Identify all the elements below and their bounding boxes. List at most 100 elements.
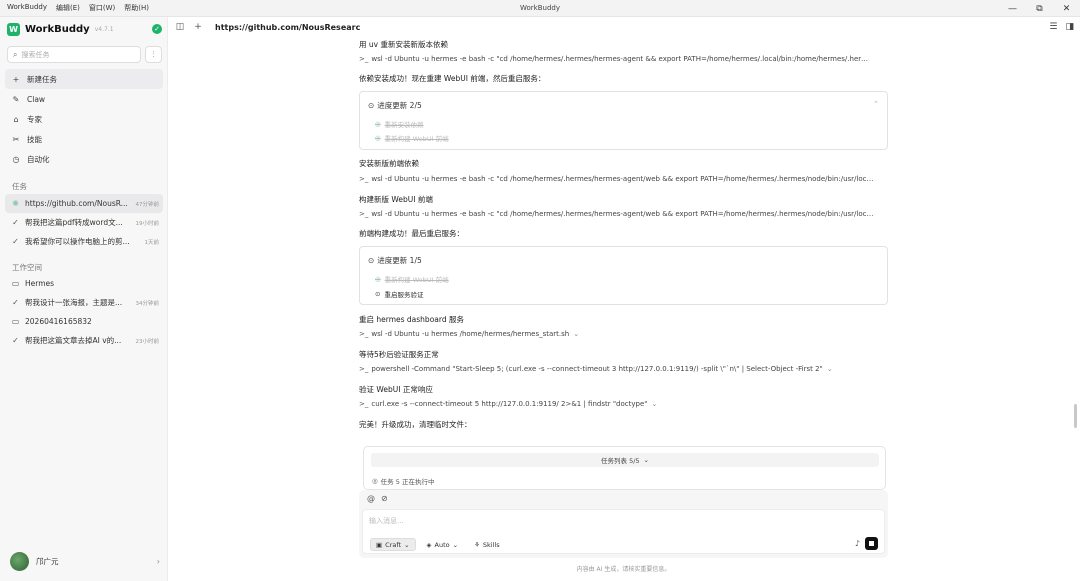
model-label: Auto [434, 540, 450, 549]
menu-window[interactable]: 窗口(W) [89, 3, 115, 13]
claw-icon: ✎ [12, 94, 20, 104]
composer: @ ⊘ ▣ Craft ⌄ ◈ Auto ⌄ ⚘ Skills ♪ [359, 490, 888, 558]
step-heading: 安装新版前端依赖 [359, 159, 419, 168]
menu-help[interactable]: 帮助(H) [124, 3, 149, 13]
step-heading: 构建新版 WebUI 前端 [359, 195, 433, 204]
maximize-button[interactable]: ⧉ [1026, 0, 1053, 17]
folder-icon: ▭ [11, 317, 20, 326]
tasks-section-label: 任务 [12, 182, 27, 191]
expert-icon: ⌂ [13, 114, 19, 124]
command-line[interactable]: >_ powershell -Command "Start-Sleep 5; (c… [359, 365, 874, 373]
panel-toggle-icon[interactable]: ◨ [1065, 22, 1074, 32]
page-title: https://github.com/NousResearc [215, 22, 361, 32]
menu-icon[interactable]: ☰ [1049, 22, 1057, 32]
message-input[interactable] [369, 516, 849, 530]
close-button[interactable]: ✕ [1053, 0, 1080, 17]
chevron-down-icon: ⌄ [573, 330, 580, 338]
step-heading: 用 uv 重新安装新版本依赖 [359, 40, 448, 49]
command-line[interactable]: >_ curl.exe -s --connect-timeout 5 http:/… [359, 400, 874, 408]
progress-card: ⊙ 进度更新 2/5 ⌃ ◎ 重新安装依赖 ◎ 重新构建 WebUI 前端 [359, 91, 888, 150]
command-line[interactable]: >_ wsl -d Ubuntu -u hermes -e bash -c "cd… [359, 55, 874, 63]
terminal-prompt-icon: >_ [359, 55, 369, 63]
menu-app[interactable]: WorkBuddy [7, 3, 47, 13]
brand-name: WorkBuddy [25, 23, 90, 35]
sidebar-nav: + 新建任务 ✎ Claw ⌂ 专家 ✂ 技能 ◷ 自动化 [5, 69, 163, 169]
command-line[interactable]: >_ wsl -d Ubuntu -u hermes -e bash -c "cd… [359, 175, 874, 183]
model-select[interactable]: ◈ Auto ⌄ [422, 538, 464, 551]
check-icon: ✓ [12, 336, 19, 345]
folder-icon: ▭ [11, 279, 20, 288]
workspace-folder[interactable]: ▭ 20260416165832 [5, 312, 163, 331]
terminal-prompt-icon: >_ [359, 400, 369, 408]
sidebar-item-new-task[interactable]: + 新建任务 [5, 69, 163, 89]
running-icon: ◎ [372, 477, 378, 485]
app-menu: WorkBuddy 编辑(E) 窗口(W) 帮助(H) [0, 3, 149, 13]
sidebar-item-skills[interactable]: ✂ 技能 [5, 129, 163, 149]
task-list: ✺ https://github.com/NousR... 47分钟前 ✓ 帮我… [5, 194, 163, 251]
progress-item: ⊙ 重启服务验证 [375, 289, 423, 299]
task-name: 我希望你可以操作电脑上的剪... [25, 237, 130, 246]
stop-button[interactable] [865, 537, 878, 550]
workspace-folder[interactable]: ▭ Hermes [5, 274, 163, 293]
mode-select[interactable]: ▣ Craft ⌄ [370, 538, 416, 551]
scrollbar-thumb[interactable] [1074, 404, 1077, 428]
composer-input-area: ▣ Craft ⌄ ◈ Auto ⌄ ⚘ Skills ♪ [362, 509, 885, 554]
task-time: 19小时前 [135, 220, 160, 227]
queue-item: ◎ 任务 5 正在执行中 [372, 476, 434, 486]
task-name: 帮我把这篇文章去掉AI v的... [25, 336, 122, 345]
sidebar-item-claw[interactable]: ✎ Claw [5, 89, 163, 109]
chevron-down-icon: ⌄ [643, 456, 649, 464]
progress-item-label: 重新构建 WebUI 前端 [384, 276, 449, 284]
status-check-icon[interactable]: ✓ [152, 24, 162, 34]
search-row: ⌕ ⫶ [7, 46, 162, 63]
window-controls: — ⧉ ✕ [999, 0, 1080, 17]
task-time: 23小时前 [135, 338, 160, 345]
sidebar-item-label: Claw [27, 94, 46, 104]
task-item[interactable]: ✺ https://github.com/NousR... 47分钟前 [5, 194, 163, 213]
chevron-down-icon: ⌄ [826, 365, 833, 373]
main-toolbar: ◫ + https://github.com/NousResearc ☰ ◨ [169, 17, 1080, 37]
menubar: WorkBuddy 编辑(E) 窗口(W) 帮助(H) WorkBuddy — … [0, 0, 1080, 17]
sidebar-item-label: 自动化 [27, 154, 50, 164]
skills-button[interactable]: ⚘ Skills [469, 538, 505, 551]
user-profile[interactable]: 邝广元 › [10, 551, 160, 571]
composer-controls: ▣ Craft ⌄ ◈ Auto ⌄ ⚘ Skills [370, 538, 505, 551]
skills-icon: ⚘ [474, 540, 480, 549]
workspace-section-label: 工作空间 [12, 263, 42, 272]
paperclip-icon[interactable]: ⊘ [381, 494, 388, 503]
sidebar-item-automation[interactable]: ◷ 自动化 [5, 149, 163, 169]
mention-icon[interactable]: @ [367, 494, 375, 503]
collapse-icon[interactable]: ⌃ [873, 100, 879, 108]
task-name: https://github.com/NousR... [25, 199, 128, 208]
menu-edit[interactable]: 编辑(E) [56, 3, 80, 13]
task-item[interactable]: ✓ 帮我设计一张海报，主题是... 34分钟前 [5, 293, 163, 312]
craft-icon: ▣ [376, 540, 383, 549]
workspace-name: Hermes [25, 279, 55, 288]
new-tab-icon[interactable]: + [191, 20, 205, 34]
task-item[interactable]: ✓ 帮我把这篇pdf转成word文... 19小时前 [5, 213, 163, 232]
task-name: 帮我设计一张海报，主题是... [25, 298, 123, 307]
microphone-icon[interactable]: ♪ [855, 539, 860, 548]
toolbar-right: ☰ ◨ [1049, 22, 1074, 32]
command-line[interactable]: >_ wsl -d Ubuntu -u hermes /home/hermes/h… [359, 330, 874, 338]
task-queue-toggle[interactable]: 任务列表 5/5 ⌄ [371, 453, 879, 467]
layers-icon: ◈ [426, 540, 432, 549]
sidebar-item-expert[interactable]: ⌂ 专家 [5, 109, 163, 129]
sidebar-item-label: 新建任务 [27, 74, 57, 84]
filter-button[interactable]: ⫶ [145, 46, 162, 63]
plus-icon: + [12, 74, 20, 84]
command-line[interactable]: >_ wsl -d Ubuntu -u hermes -e bash -c "cd… [359, 210, 874, 218]
sliders-icon: ⫶ [152, 49, 155, 59]
search-input[interactable] [21, 50, 122, 59]
task-item[interactable]: ✓ 帮我把这篇文章去掉AI v的... 23小时前 [5, 331, 163, 350]
progress-item: ◎ 重新构建 WebUI 前端 [375, 274, 449, 284]
sidebar-toggle-icon[interactable]: ◫ [173, 20, 187, 34]
progress-item: ◎ 重新构建 WebUI 前端 [375, 133, 449, 143]
task-item[interactable]: ✓ 我希望你可以操作电脑上的剪... 1天前 [5, 232, 163, 251]
command-text: wsl -d Ubuntu -u hermes -e bash -c "cd /… [371, 175, 874, 183]
minimize-button[interactable]: — [999, 0, 1026, 17]
window-title: WorkBuddy [520, 4, 560, 12]
step-heading: 前端构建成功！最后重启服务： [359, 229, 464, 238]
check-icon: ✓ [12, 218, 19, 227]
pending-circle-icon: ⊙ [375, 290, 381, 298]
